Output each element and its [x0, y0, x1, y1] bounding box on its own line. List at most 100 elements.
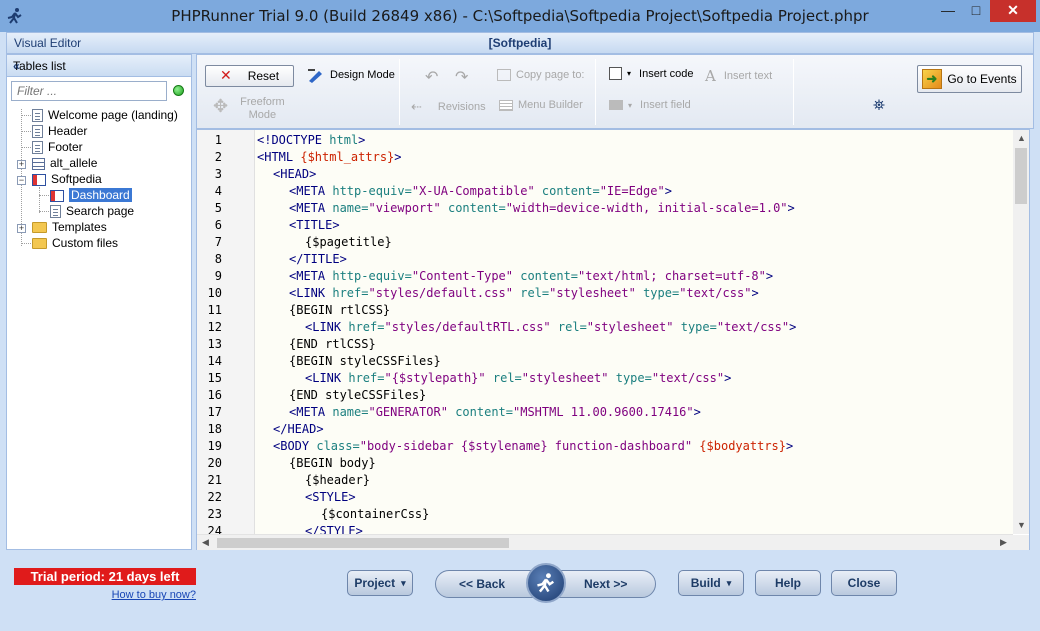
line-number: 23: [207, 507, 222, 521]
code-editor[interactable]: 1 2 3 4 5 6 7 8 9 10 11 12 13 14 15 16 17 18 19 20 21 22 23 24 …: [196, 129, 1030, 551]
scroll-down-icon[interactable]: ▼: [1017, 520, 1026, 530]
current-page-title: [Softpedia]: [488, 36, 552, 50]
horizontal-scrollbar[interactable]: ◀ ▶: [197, 534, 1029, 551]
line-number: 9: [214, 269, 222, 283]
bottom-navigation-bar: Trial period: 21 days left How to buy no…: [0, 550, 1040, 631]
insert-text-button[interactable]: A Insert text: [705, 67, 772, 85]
tree-guide-line: [39, 187, 40, 213]
insert-code-button[interactable]: ▾ Insert code: [609, 67, 693, 80]
undo-icon[interactable]: ↶: [425, 67, 438, 87]
tree-guide-line: [39, 195, 49, 196]
tree-item-custom-files[interactable]: Custom files: [32, 235, 118, 251]
collapse-panel-button[interactable]: «: [13, 59, 185, 73]
how-to-buy-link[interactable]: How to buy now?: [0, 589, 196, 601]
code-line: {END rtlCSS}: [289, 337, 376, 351]
scroll-up-icon[interactable]: ▲: [1017, 133, 1026, 143]
code-line: {BEGIN rtlCSS}: [289, 303, 391, 317]
line-number-gutter: 1 2 3 4 5 6 7 8 9 10 11 12 13 14 15 16 17 18 19 20 21 22 23 24: [197, 130, 255, 538]
code-line: <LINK href="styles/defaultRTL.css" rel="…: [305, 320, 797, 334]
line-number: 22: [207, 490, 222, 504]
dropdown-arrow-icon: ▾: [628, 100, 633, 110]
design-mode-button[interactable]: Design Mode: [307, 67, 395, 83]
collapse-icon[interactable]: −: [17, 176, 26, 185]
line-number: 21: [207, 473, 222, 487]
code-line: {$header}: [305, 473, 371, 487]
maximize-button[interactable]: □: [962, 0, 990, 22]
code-line: </STYLE>: [305, 524, 363, 534]
tree-item-welcome-page[interactable]: Welcome page (landing): [32, 107, 178, 123]
menu-builder-button[interactable]: Menu Builder: [499, 99, 583, 111]
expand-icon[interactable]: +: [17, 160, 26, 169]
code-line: <STYLE>: [305, 490, 356, 504]
code-line: </TITLE>: [289, 252, 347, 266]
vertical-scroll-thumb[interactable]: [1015, 148, 1027, 204]
code-line: {BEGIN styleCSSFiles}: [289, 354, 441, 368]
dropdown-arrow-icon: ▾: [627, 69, 632, 78]
line-number: 20: [207, 456, 222, 470]
window-title: PHPRunner Trial 9.0 (Build 26849 x86) - …: [171, 7, 869, 25]
code-line: <HEAD>: [273, 167, 317, 181]
close-window-button[interactable]: ✕: [990, 0, 1036, 22]
code-line: {$pagetitle}: [305, 235, 392, 249]
text-a-icon: A: [705, 67, 716, 85]
help-button[interactable]: Help: [755, 570, 821, 596]
code-line: {END styleCSSFiles}: [289, 388, 427, 402]
code-line: <LINK href="{$stylepath}" rel="styleshee…: [305, 371, 732, 385]
code-line: <!DOCTYPE html>: [257, 133, 366, 147]
page-icon: [50, 205, 61, 219]
tree-item-footer[interactable]: Footer: [32, 139, 83, 155]
revisions-icon: ⇠: [411, 99, 422, 114]
insert-field-button[interactable]: ▾ Insert field: [609, 99, 691, 111]
tree-item-header[interactable]: Header: [32, 123, 87, 139]
move-arrows-icon: ✥: [213, 96, 229, 116]
redo-icon[interactable]: ↷: [455, 67, 468, 87]
dashboard-icon: [50, 189, 64, 202]
copy-page-button[interactable]: Copy page to:: [497, 69, 585, 81]
build-menu-button[interactable]: Build ▾: [678, 570, 744, 596]
running-man-icon: [537, 573, 555, 593]
tree-item-dashboard[interactable]: Dashboard: [50, 187, 132, 203]
binoculars-find-icon[interactable]: ⛯: [873, 97, 885, 114]
tree-item-templates[interactable]: Templates: [32, 219, 107, 235]
next-button[interactable]: Next >>: [584, 577, 627, 591]
line-number: 11: [207, 303, 222, 317]
line-number: 6: [214, 218, 222, 232]
run-icon[interactable]: [526, 563, 566, 603]
line-number: 10: [207, 286, 222, 300]
tree-item-alt-allele[interactable]: alt_allele: [32, 155, 97, 171]
filter-input[interactable]: [11, 81, 167, 101]
line-number: 15: [207, 371, 222, 385]
line-number: 17: [207, 405, 222, 419]
visual-editor-bar: Visual Editor [Softpedia]: [6, 32, 1034, 54]
line-number: 3: [214, 167, 222, 181]
horizontal-scroll-thumb[interactable]: [217, 538, 509, 548]
events-icon: [922, 69, 943, 89]
back-button[interactable]: << Back: [459, 577, 505, 591]
minimize-button[interactable]: —: [934, 0, 962, 22]
freeform-mode-button[interactable]: ✥ Freeform Mode: [213, 96, 285, 122]
expand-icon[interactable]: +: [17, 224, 26, 233]
tree-item-softpedia[interactable]: Softpedia: [32, 171, 102, 187]
toolbar-separator: [793, 59, 794, 125]
line-number: 13: [207, 337, 222, 351]
code-text-area[interactable]: <!DOCTYPE html> <HTML {$html_attrs}> <HE…: [255, 130, 1013, 534]
scroll-left-icon[interactable]: ◀: [202, 537, 209, 548]
code-line: <META http-equiv="Content-Type" content=…: [289, 269, 774, 283]
reset-button[interactable]: ✕ Reset: [205, 65, 294, 87]
line-number: 1: [214, 133, 222, 147]
revisions-button[interactable]: ⇠ Revisions: [411, 99, 486, 115]
scroll-right-icon[interactable]: ▶: [1000, 537, 1007, 548]
dashboard-icon: [32, 173, 46, 186]
close-button[interactable]: Close: [831, 570, 897, 596]
line-number: 8: [214, 252, 222, 266]
tree-guide-line: [39, 211, 49, 212]
line-number: 5: [214, 201, 222, 215]
project-menu-button[interactable]: Project ▾: [347, 570, 413, 596]
scrollbar-corner: [1013, 535, 1029, 551]
vertical-scrollbar[interactable]: ▲ ▼: [1013, 130, 1029, 534]
go-to-events-button[interactable]: Go to Events: [917, 65, 1022, 93]
page-icon: [32, 141, 43, 155]
toolbar-separator: [595, 59, 596, 125]
code-line: <BODY class="body-sidebar {$stylename} f…: [273, 439, 794, 453]
tree-item-search-page[interactable]: Search page: [50, 203, 134, 219]
